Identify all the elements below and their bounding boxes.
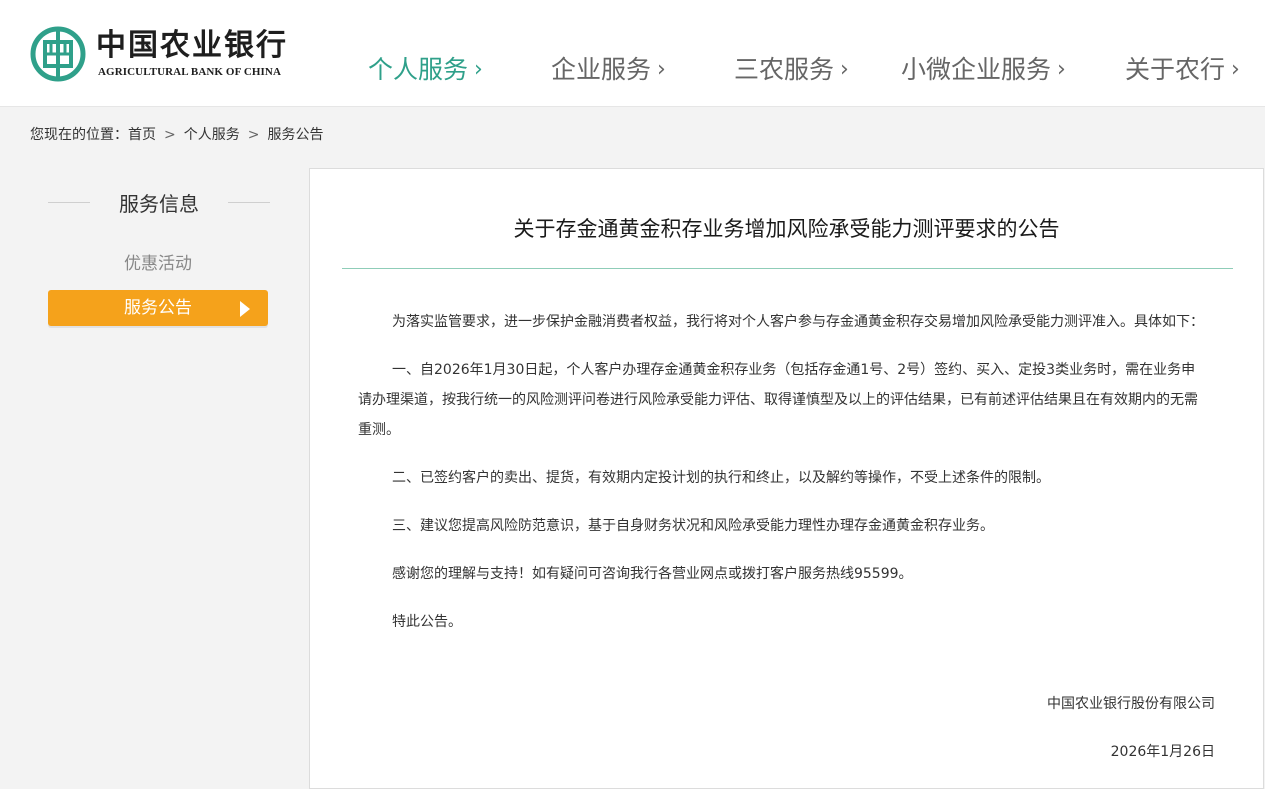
nav-item-label: 关于农行 xyxy=(1125,55,1226,84)
breadcrumb-separator: > xyxy=(164,127,176,143)
breadcrumb-link-home[interactable]: 首页 xyxy=(128,127,156,143)
article-paragraph: 特此公告。 xyxy=(392,614,462,630)
nav-item-label: 企业服务 xyxy=(551,55,652,84)
title-divider xyxy=(342,268,1233,269)
article-title: 关于存金通黄金积存业务增加风险承受能力测评要求的公告 xyxy=(513,217,1060,241)
nav-item-label: 小微企业服务 xyxy=(901,55,1052,84)
breadcrumb: 您现在的位置：首页 > 个人服务 > 服务公告 xyxy=(30,124,323,146)
nav-item-label: 三农服务 xyxy=(734,55,835,84)
nav-item-about[interactable]: 关于农行 › xyxy=(1125,50,1240,90)
chevron-right-icon: › xyxy=(1057,57,1066,82)
chevron-right-icon: › xyxy=(657,57,666,82)
sidebar-item-announcements[interactable]: 服务公告 xyxy=(48,290,268,326)
chevron-right-icon: › xyxy=(1231,57,1240,82)
sidebar-header: 服务信息 xyxy=(48,180,270,226)
article-date: 2026年1月26日 xyxy=(1110,744,1215,760)
nav-item-label: 个人服务 xyxy=(368,55,469,84)
play-arrow-icon xyxy=(240,301,250,317)
breadcrumb-current: 服务公告 xyxy=(267,127,324,143)
nav-item-enterprise[interactable]: 企业服务 › xyxy=(551,50,666,90)
divider-line xyxy=(228,202,270,203)
main-nav: 个人服务 › 企业服务 › 三农服务 › 小微企业服务 › 关于农行 › xyxy=(0,50,1265,90)
sidebar-item-promotions[interactable]: 优惠活动 xyxy=(48,246,268,282)
article-paragraph: 感谢您的理解与支持！如有疑问可咨询我行各营业网点或拨打客户服务热线95599。 xyxy=(392,566,913,582)
article-paragraph: 三、建议您提高风险防范意识，基于自身财务状况和风险承受能力理性办理存金通黄金积存… xyxy=(392,518,994,534)
nav-item-small-business[interactable]: 小微企业服务 › xyxy=(901,50,1066,90)
chevron-right-icon: › xyxy=(840,57,849,82)
sidebar-item-label: 优惠活动 xyxy=(124,254,192,274)
nav-item-personal[interactable]: 个人服务 › xyxy=(368,50,483,90)
nav-item-agriculture[interactable]: 三农服务 › xyxy=(734,50,849,90)
site-header: 中国农业银行 AGRICULTURAL BANK OF CHINA 个人服务 › … xyxy=(0,0,1265,107)
article-paragraph: 一、自2026年1月30日起，个人客户办理存金通黄金积存业务（包括存金通1号、2… xyxy=(358,362,1198,438)
article-signature: 中国农业银行股份有限公司 xyxy=(1047,696,1215,712)
breadcrumb-separator: > xyxy=(247,127,260,143)
breadcrumb-prefix: 您现在的位置： xyxy=(30,127,128,143)
sidebar: 服务信息 优惠活动 服务公告 xyxy=(48,180,270,326)
chevron-right-icon: › xyxy=(474,57,483,82)
breadcrumb-link-personal[interactable]: 个人服务 xyxy=(184,127,240,143)
article-paragraph: 二、已签约客户的卖出、提货，有效期内定投计划的执行和终止，以及解约等操作，不受上… xyxy=(392,470,1050,486)
article-body: 为落实监管要求，进一步保护金融消费者权益，我行将对个人客户参与存金通黄金积存交易… xyxy=(358,307,1208,655)
sidebar-item-label: 服务公告 xyxy=(124,298,192,318)
article-paragraph: 为落实监管要求，进一步保护金融消费者权益，我行将对个人客户参与存金通黄金积存交易… xyxy=(392,314,1204,330)
article-panel: 关于存金通黄金积存业务增加风险承受能力测评要求的公告 为落实监管要求，进一步保护… xyxy=(309,168,1264,789)
